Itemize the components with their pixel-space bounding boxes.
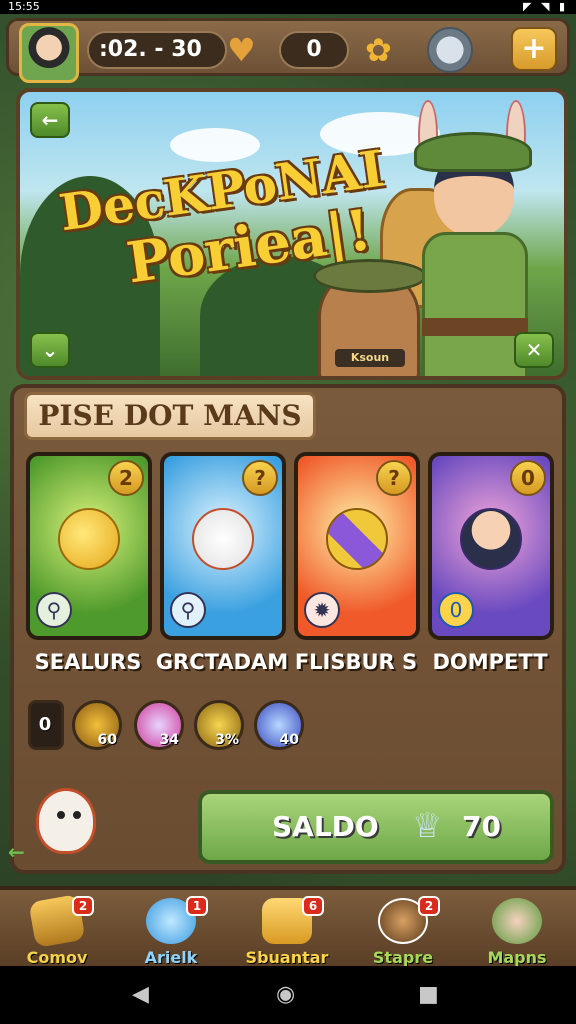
resource-coin-3pct[interactable]: 3% [194,700,244,750]
status-bar: 15:55 ◤ ◥ ▮ [0,0,576,14]
card-label-flisbur: FLISBUR S [294,650,418,674]
panel-title: PISE DOT MANS [24,392,316,440]
elf-hat [414,132,532,172]
gear-icon[interactable]: ✹ [304,592,340,628]
card-badge: 2 [108,460,144,496]
arrow-left-icon: ← [41,108,59,132]
nav-label: Mapns [487,948,547,967]
card-sealurs[interactable]: 2 ⚲ [26,452,152,640]
card-info-icon[interactable]: ⚲ [36,592,72,628]
elf-belt [422,318,528,336]
nav-badge: 2 [72,896,94,916]
resource-orb-40[interactable]: 40 [254,700,304,750]
wand-gems-icon [326,508,388,570]
sun-face-icon [58,508,120,570]
nav-label: Comov [26,948,88,967]
nav-badge: 2 [418,896,440,916]
player-avatar[interactable] [19,23,79,83]
nav-item-arielk[interactable]: 1 Arielk [116,894,226,968]
saldo-amount: 70 [462,810,501,843]
resource-zero[interactable]: 0 [28,700,64,750]
card-zero-badge[interactable]: 0 [438,592,474,628]
nav-item-stapre[interactable]: 2 Stapre [348,894,458,968]
card-info-icon[interactable]: ⚲ [170,592,206,628]
chevron-down-icon: ⌄ [41,338,59,362]
bottom-nav: 2 Comov 1 Arielk 6 Sbuantar 2 Stapre Map… [0,886,576,968]
trophy-icon: ♕ [412,806,443,846]
nav-label: Sbuantar [245,948,329,967]
nav-label: Arielk [144,948,198,967]
card-dompett[interactable]: 0 0 [428,452,554,640]
recents-icon[interactable]: ■ [418,984,439,1006]
mascot-eye [73,811,81,819]
plus-icon: + [521,31,547,66]
creature-icon [192,508,254,570]
card-grctadam[interactable]: ? ⚲ [160,452,286,640]
resource-wand-34[interactable]: 34 [134,700,184,750]
nav-item-comov[interactable]: 2 Comov [2,894,112,968]
nav-badge: 6 [302,896,324,916]
close-button[interactable]: ✕ [514,332,554,368]
card-flisbur[interactable]: ? ✹ [294,452,420,640]
deck-panel: PISE DOT MANS 2 ⚲ ? ⚲ ? ✹ 0 0 SEALURS GR… [8,384,566,874]
back-button[interactable]: ← [30,102,70,138]
status-time: 15:55 [8,0,40,13]
flower-icon[interactable]: ✿ [365,31,392,69]
elf-body [422,232,528,376]
android-nav-bar: ◀ ◉ ■ [0,966,576,1024]
ranger-tag: Ksoun [335,349,405,367]
card-label-sealurs: SEALURS [34,650,142,674]
heroine-portrait-icon [460,508,522,570]
heart-icon[interactable]: ♥ [227,31,256,69]
timer-display: :02. - 30 [87,31,227,69]
arrow-left-icon[interactable]: ← [8,840,25,864]
mascot-eye [57,811,65,819]
bunny-mascot[interactable] [36,788,96,854]
event-banner[interactable]: DecKPoNAI Poriea|! Ksoun ← ⌄ ✕ [16,88,568,380]
top-bar: :02. - 30 ♥ 0 ✿ + [6,18,570,83]
nav-label: Stapre [372,948,434,967]
card-label-dompett: DOMPETT [432,650,548,674]
card-badge: ? [242,460,278,496]
saldo-button[interactable]: SALDO ♕ 70 [198,790,554,864]
pet-raccoon-icon[interactable] [427,27,473,73]
resource-coin-60[interactable]: 60 [72,700,122,750]
nav-badge: 1 [186,896,208,916]
nav-item-mapns[interactable]: Mapns [462,894,572,968]
back-icon[interactable]: ◀ [132,984,149,1006]
card-label-grctadam: GRCTADAM [155,650,289,674]
card-badge: ? [376,460,412,496]
saldo-label: SALDO [272,810,379,843]
expand-button[interactable]: ⌄ [30,332,70,368]
nav-item-sbuantar[interactable]: 6 Sbuantar [232,894,342,968]
add-button[interactable]: + [511,27,557,71]
coin-counter: 0 [279,31,349,69]
card-badge: 0 [510,460,546,496]
system-icons: ◤ ◥ ▮ [523,0,568,13]
home-icon[interactable]: ◉ [276,984,295,1006]
close-icon: ✕ [525,338,543,362]
map-portrait-icon [492,898,542,944]
